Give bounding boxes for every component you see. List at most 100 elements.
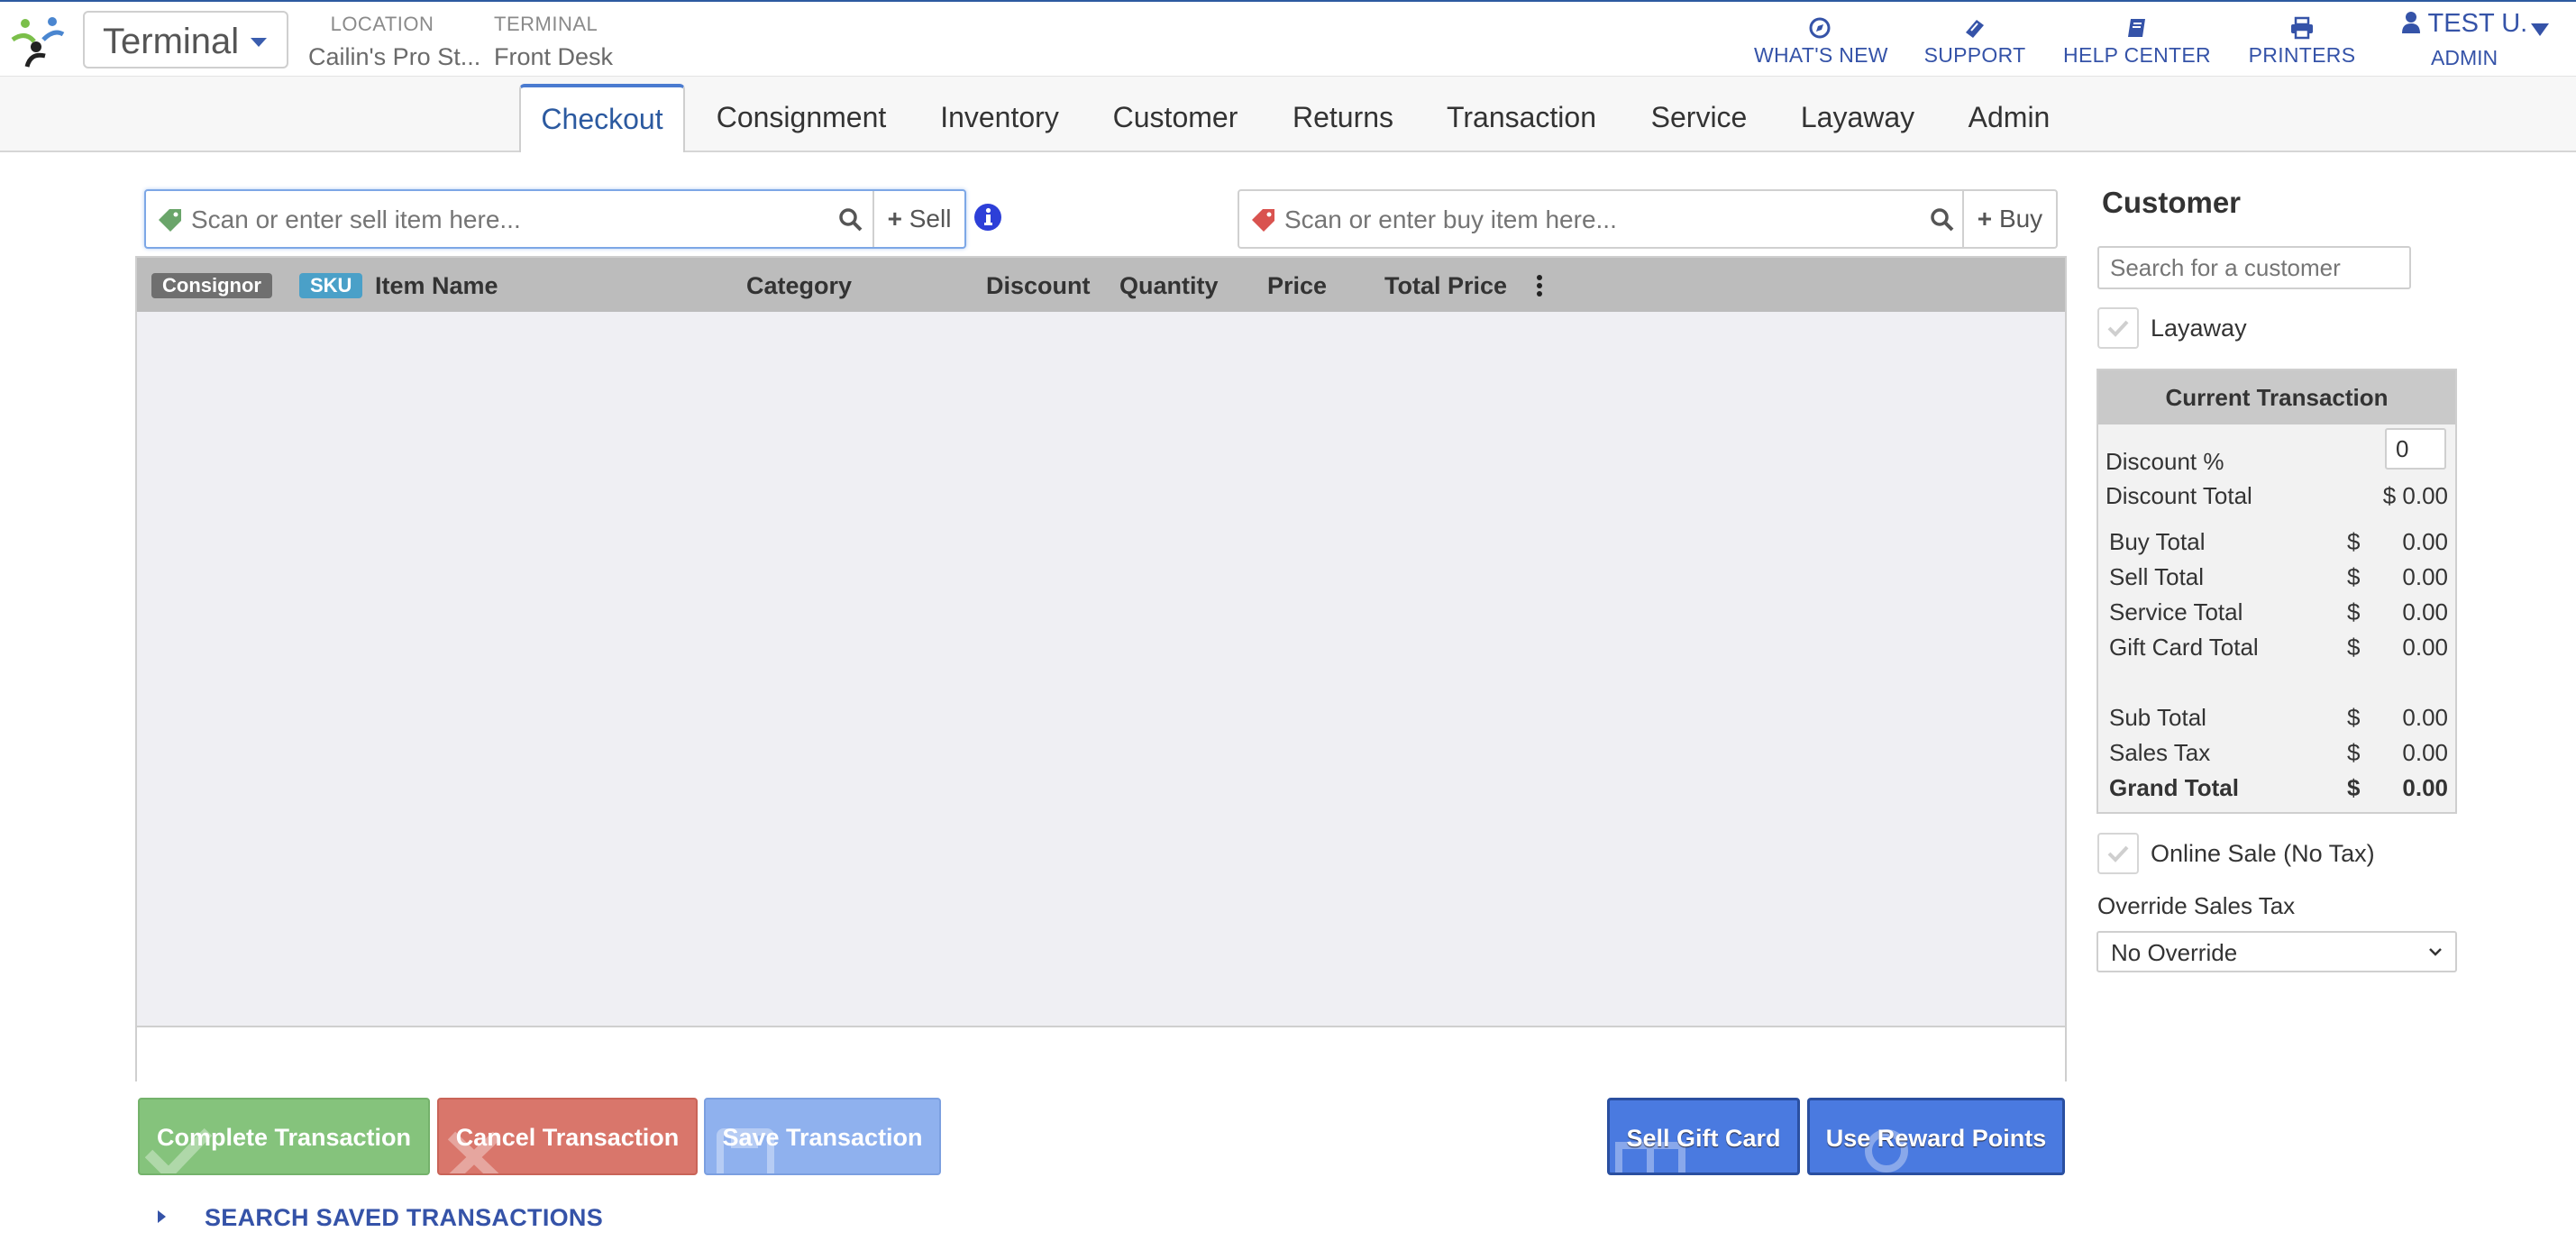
user-menu[interactable]: TEST U. ADMIN xyxy=(2401,9,2527,70)
printers-link[interactable]: PRINTERS xyxy=(2244,14,2360,68)
customer-search-input[interactable] xyxy=(2097,246,2411,289)
ticket-icon xyxy=(1966,20,1984,38)
sku-badge[interactable]: SKU xyxy=(299,273,363,298)
tab-returns[interactable]: Returns xyxy=(1280,86,1406,151)
terminal-dropdown[interactable]: Terminal xyxy=(83,11,288,68)
sales-tax-label: Sales Tax xyxy=(2109,739,2211,766)
main-tab-bar: Checkout Consignment Inventory Customer … xyxy=(0,76,2576,152)
chevron-down-icon xyxy=(2429,948,2442,956)
cancel-transaction-label: Cancel Transaction xyxy=(455,1124,680,1151)
plus-icon: + xyxy=(1977,205,1993,233)
location-info: LOCATION Cailin's Pro St... xyxy=(308,13,480,71)
gift-card-total-value: 0.00 xyxy=(2402,634,2448,661)
app-header: Terminal LOCATION Cailin's Pro St... TER… xyxy=(0,2,2576,76)
help-center-label: HELP CENTER xyxy=(2063,43,2211,67)
check-icon xyxy=(2107,845,2129,862)
complete-transaction-label: Complete Transaction xyxy=(156,1124,412,1151)
location-label: LOCATION xyxy=(330,13,434,35)
tab-layaway[interactable]: Layaway xyxy=(1790,86,1925,151)
tab-admin[interactable]: Admin xyxy=(1954,86,2064,151)
sell-gift-card-button[interactable]: Sell Gift Card xyxy=(1607,1098,1800,1175)
grand-total-value: 0.00 xyxy=(2402,774,2448,801)
currency-symbol: $ xyxy=(2347,528,2361,555)
online-sale-label: Online Sale (No Tax) xyxy=(2151,840,2375,867)
col-category[interactable]: Category xyxy=(746,272,852,300)
sell-gift-card-label: Sell Gift Card xyxy=(1626,1125,1781,1152)
search-icon[interactable] xyxy=(1930,207,1955,233)
buy-scan-box: + Buy xyxy=(1238,189,2058,249)
tab-customer[interactable]: Customer xyxy=(1098,86,1253,151)
cancel-transaction-button[interactable]: Cancel Transaction xyxy=(437,1098,698,1175)
use-reward-points-button[interactable]: Use Reward Points xyxy=(1807,1098,2065,1175)
info-icon[interactable] xyxy=(973,203,1002,232)
tab-service[interactable]: Service xyxy=(1637,86,1761,151)
override-sales-tax-select[interactable]: No Override xyxy=(2096,931,2457,972)
terminal-value: Front Desk xyxy=(494,43,614,70)
col-price[interactable]: Price xyxy=(1267,272,1327,300)
cart-table: Consignor SKU Item Name Category Discoun… xyxy=(135,256,2067,1081)
user-menu-caret-icon[interactable] xyxy=(2531,23,2549,36)
override-sales-tax-label: Override Sales Tax xyxy=(2097,892,2296,919)
discount-percent-input[interactable] xyxy=(2385,428,2446,470)
save-transaction-label: Save Transaction xyxy=(722,1124,923,1151)
save-transaction-button[interactable]: Save Transaction xyxy=(704,1098,941,1175)
whats-new-link[interactable]: WHAT'S NEW xyxy=(1754,14,1888,68)
currency-symbol: $ xyxy=(2347,739,2361,766)
discount-percent-label: Discount % xyxy=(2106,448,2224,475)
buy-item-input[interactable] xyxy=(1283,200,1863,240)
terminal-info: TERMINAL Front Desk xyxy=(494,13,613,71)
consignor-badge[interactable]: Consignor xyxy=(151,273,272,298)
sell-scan-box: + Sell xyxy=(144,189,966,249)
whats-new-label: WHAT'S NEW xyxy=(1754,43,1888,67)
tab-inventory[interactable]: Inventory xyxy=(928,86,1071,151)
user-role: ADMIN xyxy=(2431,46,2498,69)
support-link[interactable]: SUPPORT xyxy=(1922,14,2028,68)
sell-item-input[interactable] xyxy=(189,200,770,240)
terminal-label: TERMINAL xyxy=(494,13,598,35)
help-center-link[interactable]: HELP CENTER xyxy=(2062,14,2212,68)
layaway-label: Layaway xyxy=(2151,315,2247,342)
tab-checkout[interactable]: Checkout xyxy=(519,84,685,152)
service-total-value: 0.00 xyxy=(2402,598,2448,625)
buy-button[interactable]: + Buy xyxy=(1962,191,2056,247)
search-saved-transactions-link[interactable]: SEARCH SAVED TRANSACTIONS xyxy=(205,1204,603,1232)
chevron-down-icon xyxy=(251,38,267,47)
gift-card-total-label: Gift Card Total xyxy=(2109,634,2259,661)
tag-icon xyxy=(1252,209,1274,232)
support-label: SUPPORT xyxy=(1923,43,2026,67)
printers-label: PRINTERS xyxy=(2248,43,2356,67)
sub-total-label: Sub Total xyxy=(2109,704,2206,731)
cart-table-footer xyxy=(137,1026,2065,1081)
service-total-label: Service Total xyxy=(2109,598,2243,625)
current-transaction-title: Current Transaction xyxy=(2098,370,2455,424)
terminal-dropdown-label: Terminal xyxy=(103,22,240,61)
currency-symbol: $ xyxy=(2347,563,2361,590)
search-icon[interactable] xyxy=(838,207,863,233)
complete-transaction-button[interactable]: Complete Transaction xyxy=(138,1098,430,1175)
override-selected-value: No Override xyxy=(2111,939,2238,966)
sell-button-label: Sell xyxy=(909,205,952,233)
book-icon xyxy=(2128,19,2145,37)
layaway-checkbox[interactable] xyxy=(2097,307,2139,349)
sell-total-value: 0.00 xyxy=(2402,563,2448,590)
col-quantity[interactable]: Quantity xyxy=(1119,272,1219,300)
discount-total-label: Discount Total xyxy=(2106,482,2252,509)
sell-total-label: Sell Total xyxy=(2109,563,2205,590)
current-transaction-panel: Current Transaction Discount % Discount … xyxy=(2096,369,2457,814)
column-options-icon[interactable] xyxy=(1536,274,1543,297)
tab-transaction[interactable]: Transaction xyxy=(1435,86,1608,151)
caret-right-icon[interactable] xyxy=(158,1210,166,1223)
col-item-name[interactable]: Item Name xyxy=(375,272,498,300)
user-name: TEST U. xyxy=(2427,9,2528,38)
app-logo[interactable] xyxy=(7,11,67,70)
plus-icon: + xyxy=(887,205,902,233)
col-discount[interactable]: Discount xyxy=(986,272,1091,300)
sell-button[interactable]: + Sell xyxy=(872,191,964,247)
tab-consignment[interactable]: Consignment xyxy=(703,86,900,151)
col-total-price[interactable]: Total Price xyxy=(1384,272,1507,300)
printer-icon xyxy=(2291,16,2313,40)
online-sale-checkbox[interactable] xyxy=(2097,833,2139,874)
currency-symbol: $ xyxy=(2347,774,2361,801)
compass-icon xyxy=(1809,17,1831,39)
currency-symbol: $ xyxy=(2347,634,2361,661)
